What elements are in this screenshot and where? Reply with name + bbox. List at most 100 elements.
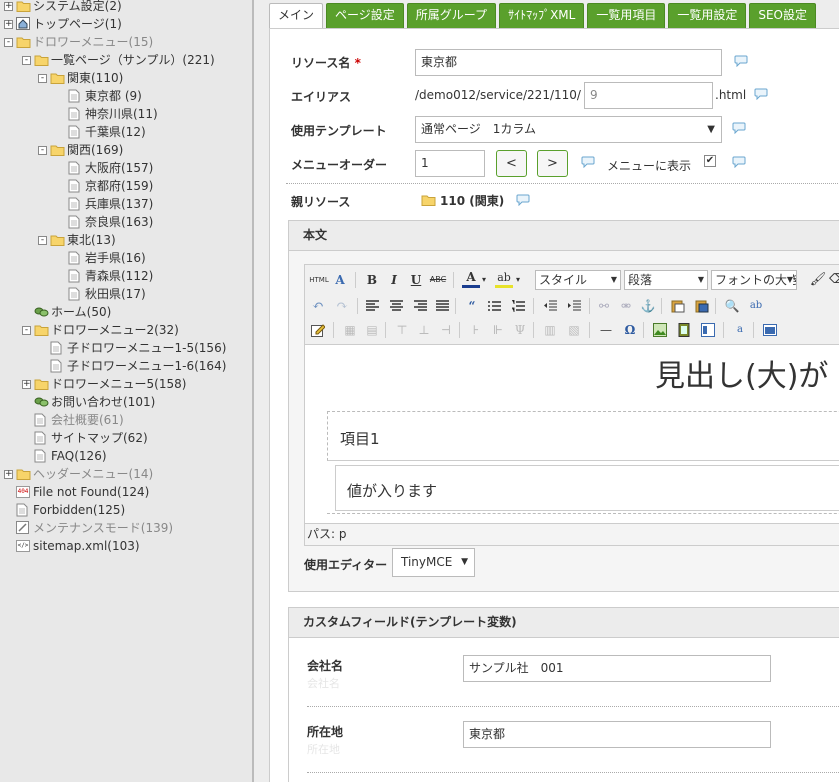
tree-item[interactable]: Forbidden(125)	[4, 501, 125, 519]
tree-item[interactable]: + ヘッダーメニュー(14)	[4, 465, 153, 483]
style-select[interactable]: スタイル ▼	[535, 270, 621, 290]
text-color-dropdown-icon[interactable]: ▾	[479, 270, 489, 290]
collapse-icon[interactable]: -	[38, 235, 47, 245]
format-select[interactable]: 段落 ▼	[624, 270, 708, 290]
tree-item[interactable]: 子ドロワーメニュー1-5(156)	[38, 339, 226, 357]
tree-item[interactable]: 大阪府(157)	[56, 159, 153, 177]
paste-icon[interactable]	[669, 296, 687, 316]
tree-item[interactable]: お問い合わせ(101)	[22, 393, 155, 411]
tree-item[interactable]: - 東北(13)	[38, 231, 116, 249]
help-icon[interactable]	[732, 122, 746, 135]
tab-5[interactable]: 一覧用項目	[587, 3, 666, 28]
tree-item[interactable]: + トップページ(1)	[4, 15, 122, 33]
tree-item[interactable]: 岩手県(16)	[56, 249, 146, 267]
resource-name-input[interactable]: 東京都	[415, 49, 722, 76]
indent-icon[interactable]	[565, 296, 583, 316]
horizontal-rule-icon[interactable]: —	[597, 320, 615, 340]
edit-icon[interactable]	[309, 320, 327, 340]
font-size-select[interactable]: フォントの大き ▼	[711, 270, 797, 290]
tree-item[interactable]: 秋田県(17)	[56, 285, 146, 303]
company-name-input[interactable]: サンプル社 001	[463, 655, 771, 682]
highlight-color-icon[interactable]: ab	[495, 269, 513, 288]
editor-content[interactable]: 見出し(大)が 項目1 値が入ります	[305, 345, 839, 523]
tree-item[interactable]: FAQ(126)	[22, 447, 107, 465]
tree-item[interactable]: メンテナンスモード(139)	[4, 519, 173, 537]
tree-item[interactable]: 東京都 (9)	[56, 87, 142, 105]
eraser-icon[interactable]: ⌫	[829, 270, 839, 290]
parent-resource-value[interactable]: 110 (関東)	[421, 192, 504, 209]
help-icon[interactable]	[734, 55, 748, 68]
text-color-icon[interactable]: A	[462, 269, 480, 288]
tree-item[interactable]: ホーム(50)	[22, 303, 111, 321]
tab-1[interactable]: メイン	[269, 3, 324, 29]
tree-item[interactable]: + ドロワーメニュー5(158)	[22, 375, 186, 393]
tab-6[interactable]: 一覧用設定	[668, 3, 747, 28]
tree-item[interactable]: - ドロワーメニュー2(32)	[22, 321, 179, 339]
tree-item[interactable]: 子ドロワーメニュー1-6(164)	[38, 357, 226, 375]
expand-icon[interactable]: +	[4, 19, 13, 29]
help-icon[interactable]	[732, 156, 746, 169]
row-after-icon[interactable]: ⊥	[415, 320, 433, 340]
tree-item[interactable]: 兵庫県(137)	[56, 195, 153, 213]
clear-formatting-icon[interactable]: 🖌	[809, 270, 827, 290]
redo-icon[interactable]: ↷	[333, 296, 351, 316]
menu-order-next-button[interactable]: >	[537, 150, 568, 177]
address-input[interactable]: 東京都	[463, 721, 771, 748]
collapse-icon[interactable]: -	[4, 37, 13, 47]
undo-icon[interactable]: ↶	[309, 296, 327, 316]
italic-icon[interactable]: I	[385, 270, 403, 290]
col-after-icon[interactable]: ⊩	[489, 320, 507, 340]
tab-3[interactable]: 所属グループ	[406, 3, 497, 28]
delete-row-icon[interactable]: ⊣	[437, 320, 455, 340]
help-icon[interactable]	[754, 88, 768, 101]
expand-icon[interactable]: +	[4, 469, 13, 479]
alias-input[interactable]: 9	[584, 82, 713, 109]
align-right-icon[interactable]	[411, 296, 429, 316]
tab-2[interactable]: ページ設定	[326, 3, 404, 28]
image-icon[interactable]	[651, 320, 669, 340]
blockquote-icon[interactable]: “	[463, 296, 481, 316]
anchor-icon[interactable]: ⚓	[639, 296, 657, 316]
tab-4[interactable]: ｻｲﾄﾏｯﾌﾟXML	[499, 3, 585, 28]
abbr-icon[interactable]: a	[731, 320, 749, 340]
preview-icon[interactable]	[761, 320, 779, 340]
media-icon[interactable]	[675, 320, 693, 340]
row-before-icon[interactable]: ⊤	[393, 320, 411, 340]
expand-icon[interactable]: +	[4, 1, 13, 11]
html-source-icon[interactable]: HTML	[309, 270, 329, 290]
underline-icon[interactable]: U	[407, 270, 425, 290]
tree-item[interactable]: 千葉県(12)	[56, 123, 146, 141]
collapse-icon[interactable]: -	[38, 145, 47, 155]
collapse-icon[interactable]: -	[22, 55, 31, 65]
search-icon[interactable]: 🔍	[723, 296, 741, 316]
font-style-icon[interactable]: A	[331, 270, 349, 290]
tree-item[interactable]: - 一覧ページ（サンプル）(221)	[22, 51, 215, 69]
tree-item[interactable]: 神奈川県(11)	[56, 105, 158, 123]
bold-icon[interactable]: B	[363, 270, 381, 290]
tree-item[interactable]: サイトマップ(62)	[22, 429, 148, 447]
table-icon[interactable]: ▦	[341, 320, 359, 340]
editor-select[interactable]: TinyMCE ▼	[392, 548, 475, 577]
tree-item[interactable]: 青森県(112)	[56, 267, 153, 285]
tree-item[interactable]: - 関西(169)	[38, 141, 123, 159]
split-cells-icon[interactable]: ▥	[541, 320, 559, 340]
template-icon[interactable]	[699, 320, 717, 340]
tab-7[interactable]: SEO設定	[749, 3, 817, 28]
align-center-icon[interactable]	[387, 296, 405, 316]
tree-item[interactable]: 京都府(159)	[56, 177, 153, 195]
template-select[interactable]: 通常ページ 1カラム ▼	[415, 116, 722, 143]
align-left-icon[interactable]	[363, 296, 381, 316]
outdent-icon[interactable]	[541, 296, 559, 316]
help-icon[interactable]	[516, 194, 530, 207]
show-in-menu-checkbox[interactable]: ✔	[704, 155, 716, 167]
highlight-color-dropdown-icon[interactable]: ▾	[513, 270, 523, 290]
tree-item[interactable]: 会社概要(61)	[22, 411, 124, 429]
tree-item[interactable]: - 関東(110)	[38, 69, 123, 87]
strikethrough-icon[interactable]: ABC	[429, 270, 447, 290]
link-icon[interactable]: ⚯	[595, 296, 613, 316]
tree-item[interactable]: 404 File not Found(124)	[4, 483, 149, 501]
collapse-icon[interactable]: -	[38, 73, 47, 83]
unlink-icon[interactable]: ⚮	[617, 296, 635, 316]
col-before-icon[interactable]: ⊦	[467, 320, 485, 340]
tree-splitter[interactable]	[252, 0, 254, 782]
